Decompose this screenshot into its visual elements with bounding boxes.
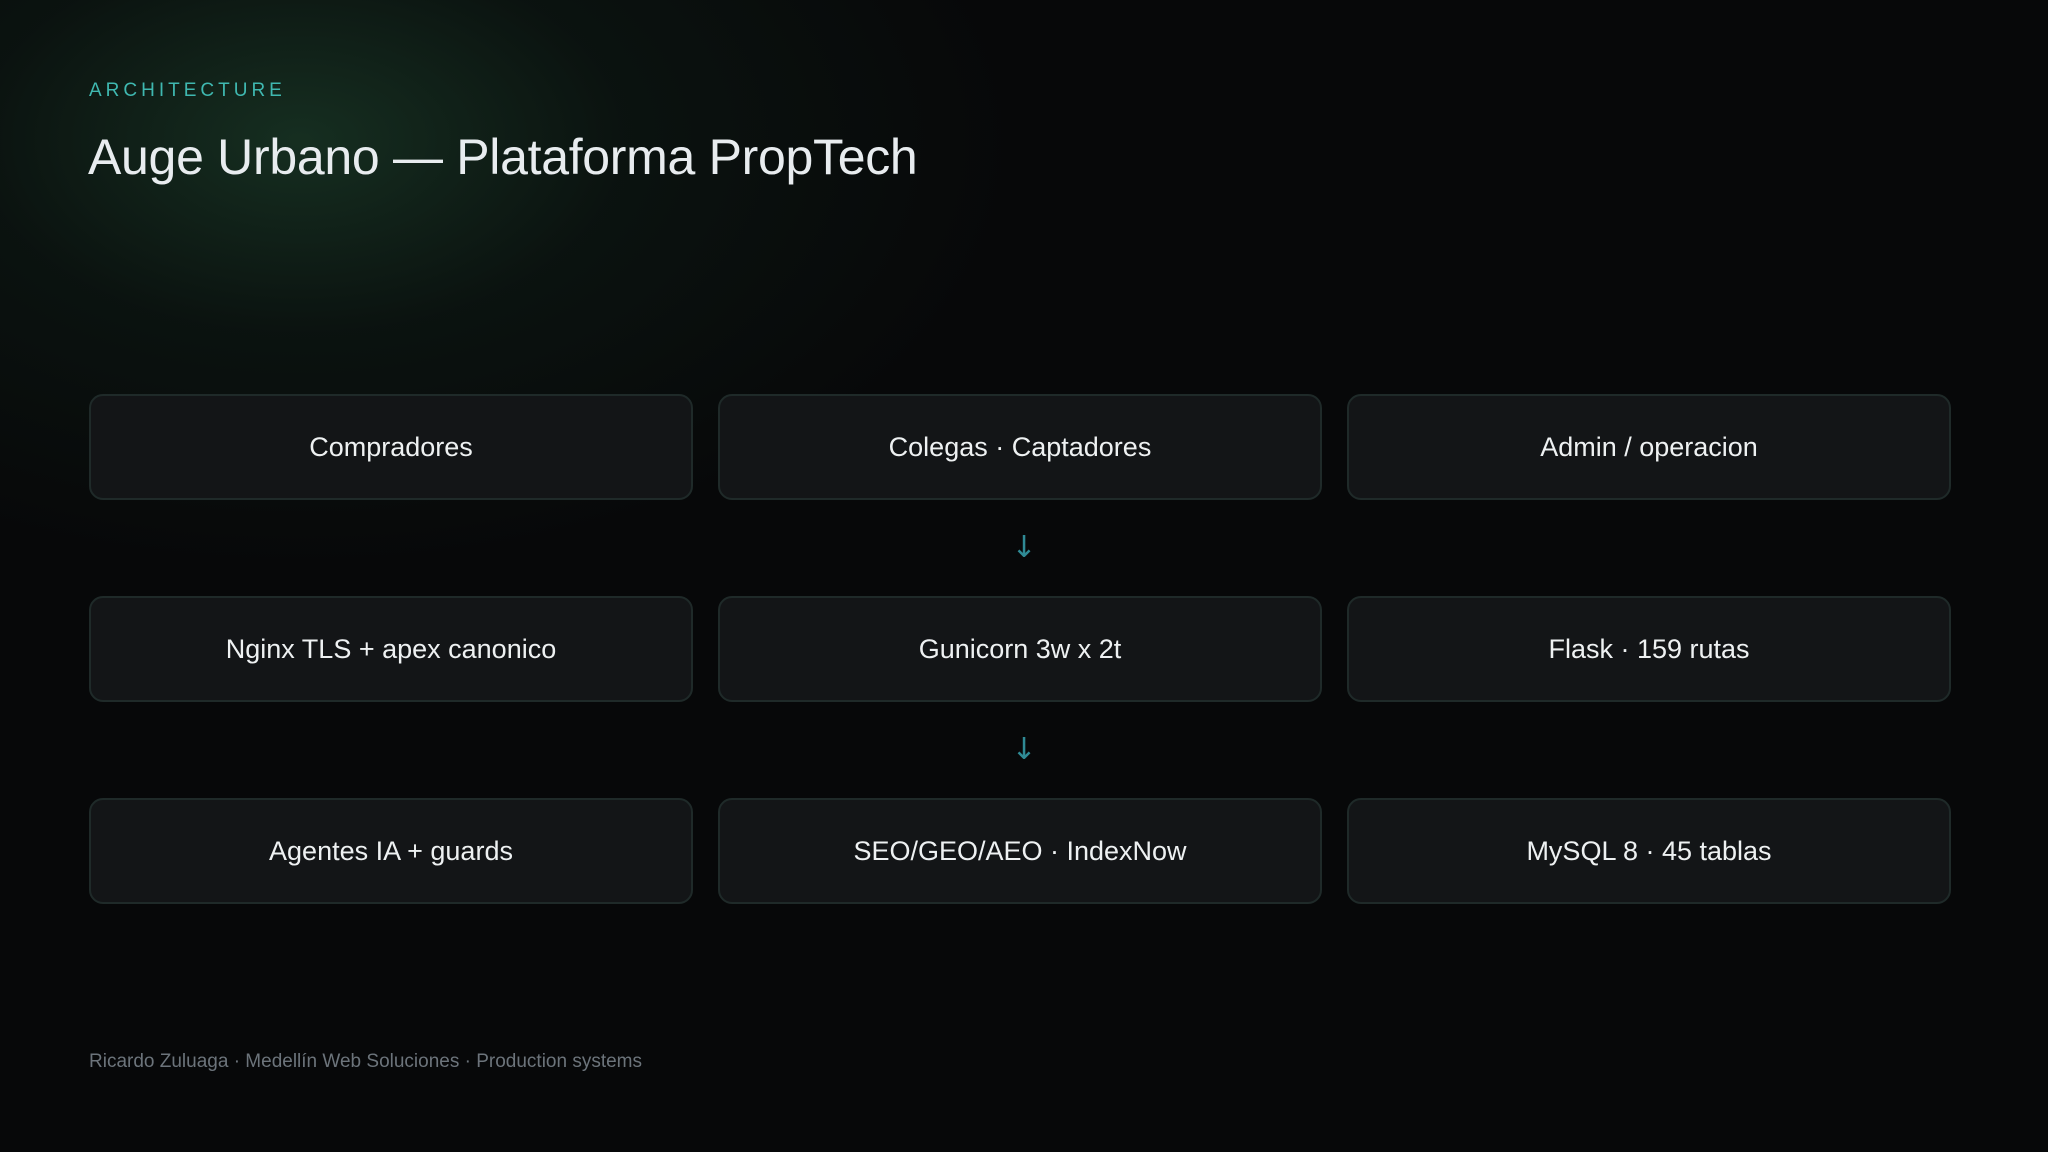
node-colegas-captadores: Colegas · Captadores — [718, 394, 1322, 500]
architecture-diagram: Compradores Colegas · Captadores Admin /… — [89, 394, 1960, 904]
node-flask: Flask · 159 rutas — [1347, 596, 1951, 702]
node-agentes-ia: Agentes IA + guards — [89, 798, 693, 904]
diagram-row-server: Nginx TLS + apex canonico Gunicorn 3w x … — [89, 596, 1960, 702]
diagram-row-users: Compradores Colegas · Captadores Admin /… — [89, 394, 1960, 500]
node-gunicorn: Gunicorn 3w x 2t — [718, 596, 1322, 702]
node-mysql: MySQL 8 · 45 tablas — [1347, 798, 1951, 904]
connector-row-1: ↓ — [89, 500, 1960, 596]
footer-credits: Ricardo Zuluaga · Medellín Web Solucione… — [89, 1051, 643, 1072]
node-compradores: Compradores — [89, 394, 693, 500]
node-seo-indexnow: SEO/GEO/AEO · IndexNow — [718, 798, 1322, 904]
node-nginx: Nginx TLS + apex canonico — [89, 596, 693, 702]
page-title: Auge Urbano — Plataforma PropTech — [88, 129, 918, 185]
section-eyebrow: ARCHITECTURE — [89, 80, 286, 101]
node-admin-operacion: Admin / operacion — [1347, 394, 1951, 500]
arrow-down-icon: ↓ — [1011, 530, 1037, 565]
connector-row-2: ↓ — [89, 702, 1960, 798]
diagram-row-services: Agentes IA + guards SEO/GEO/AEO · IndexN… — [89, 798, 1960, 904]
arrow-down-icon: ↓ — [1011, 732, 1037, 767]
